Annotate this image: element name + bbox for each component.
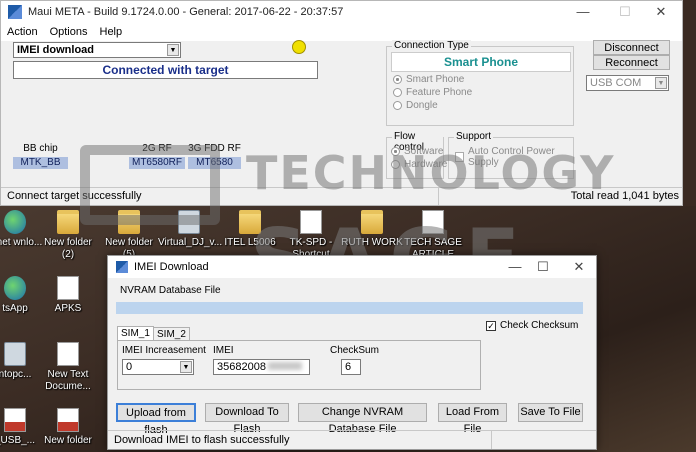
desktop-icon-new-text-doc[interactable]: New Text Docume... <box>37 342 99 393</box>
reconnect-button[interactable]: Reconnect <box>593 55 670 70</box>
imei-status-message: Download IMEI to flash successfully <box>114 434 290 446</box>
doc-icon <box>57 342 79 366</box>
desktop-icon-label: New folder <box>44 435 92 446</box>
bb-chip-label: BB chip <box>23 143 58 154</box>
disconnect-button[interactable]: Disconnect <box>593 40 670 55</box>
imei-increasement-label: IMEI Increasement <box>122 345 206 356</box>
close-icon[interactable]: ✕ <box>641 1 681 23</box>
bb-chip-value: MTK_BB <box>13 157 68 169</box>
radio-smart-phone[interactable]: Smart Phone <box>393 74 464 85</box>
desktop-icon-label: tsApp <box>2 303 28 314</box>
download-to-flash-button[interactable]: Download To Flash <box>205 403 289 435</box>
mode-select[interactable]: IMEI download ▼ <box>13 42 181 58</box>
desktop-icon-label: New folder (2) <box>44 237 92 260</box>
imei-increasement-select[interactable]: 0 ▼ <box>122 359 194 375</box>
checkmark-icon: ✓ <box>486 321 496 331</box>
menu-help[interactable]: Help <box>100 26 123 38</box>
minimize-icon[interactable]: — <box>563 1 603 23</box>
desktop-icon-new-folder[interactable]: New folder <box>37 408 99 447</box>
doc-icon <box>57 276 79 300</box>
desktop-icon-label: ntopc... <box>0 369 32 380</box>
globe-icon <box>4 210 26 234</box>
desktop-icon-label: APKS <box>54 303 82 314</box>
support-legend: Support <box>454 131 494 142</box>
meta-titlebar[interactable]: Maui META - Build 9.1724.0.00 - General:… <box>1 1 682 23</box>
load-from-file-button[interactable]: Load From File <box>438 403 507 435</box>
watermark-logo <box>80 145 220 225</box>
chevron-down-icon: ▼ <box>167 44 179 56</box>
nvram-path-field[interactable] <box>116 302 583 314</box>
imei-titlebar[interactable]: IMEI Download — ☐ ✕ <box>108 256 596 278</box>
port-select-value: USB COM <box>590 77 642 89</box>
checksum-label: CheckSum <box>330 345 379 356</box>
app-icon <box>8 5 22 19</box>
nvram-label: NVRAM Database File <box>120 285 221 296</box>
folder-icon <box>57 408 79 432</box>
checksum-input[interactable]: 6 <box>341 359 361 375</box>
desktop-icon-label: Virtual_DJ_v... <box>158 237 223 248</box>
imei-statusbar: Download IMEI to flash successfully <box>108 430 596 449</box>
connection-type-legend: Connection Type <box>392 40 471 51</box>
close-icon[interactable]: ✕ <box>559 256 599 278</box>
menubar: Action Options Help <box>1 23 682 41</box>
save-to-file-button[interactable]: Save To File <box>518 403 583 422</box>
status-divider <box>491 431 492 449</box>
globe-icon <box>4 276 26 300</box>
tab-sim-2[interactable]: SIM_2 <box>153 327 190 341</box>
maximize-icon[interactable]: ☐ <box>523 256 563 278</box>
desktop-icon-label: ernet wnlo... <box>0 237 43 248</box>
radio-feature-phone[interactable]: Feature Phone <box>393 87 472 98</box>
desktop-icon-label: New Text Docume... <box>45 369 91 392</box>
port-select[interactable]: USB COM ▼ <box>586 75 669 91</box>
menu-action[interactable]: Action <box>7 26 38 38</box>
upload-from-flash-button[interactable]: Upload from flash <box>116 403 196 436</box>
desktop-icon-apks[interactable]: APKS <box>37 276 99 315</box>
window-title: Maui META - Build 9.1724.0.00 - General:… <box>28 6 344 18</box>
connection-led-icon <box>292 40 306 54</box>
doc-icon <box>4 408 26 432</box>
connection-type-group: Connection Type Smart Phone Smart Phone … <box>386 40 574 126</box>
imei-input[interactable]: 35682008 <box>213 359 310 375</box>
chevron-down-icon: ▼ <box>655 77 667 89</box>
radio-dongle[interactable]: Dongle <box>393 100 438 111</box>
change-nvram-button[interactable]: Change NVRAM Database File <box>298 403 427 435</box>
mode-select-value: IMEI download <box>17 44 94 56</box>
pc-icon <box>4 342 26 366</box>
desktop-icon-label: _USB_... <box>0 435 36 446</box>
connection-type-selected[interactable]: Smart Phone <box>391 52 571 72</box>
chevron-down-icon: ▼ <box>180 361 192 373</box>
menu-options[interactable]: Options <box>50 26 88 38</box>
imei-window-title: IMEI Download <box>134 261 209 273</box>
sim-tab-panel: IMEI Increasement 0 ▼ IMEI 35682008 Chec… <box>117 340 481 390</box>
imei-label: IMEI <box>213 345 234 356</box>
watermark-text: TECHNOLOGY <box>246 146 616 200</box>
imei-window: IMEI Download — ☐ ✕ NVRAM Database File … <box>107 255 597 450</box>
folder-icon <box>57 210 79 234</box>
app-icon <box>116 261 128 273</box>
check-checksum-checkbox[interactable]: ✓ Check Checksum <box>486 320 578 331</box>
connection-status: Connected with target <box>13 61 318 79</box>
tab-sim-1[interactable]: SIM_1 <box>117 326 154 340</box>
maximize-icon[interactable]: ☐ <box>605 1 645 23</box>
